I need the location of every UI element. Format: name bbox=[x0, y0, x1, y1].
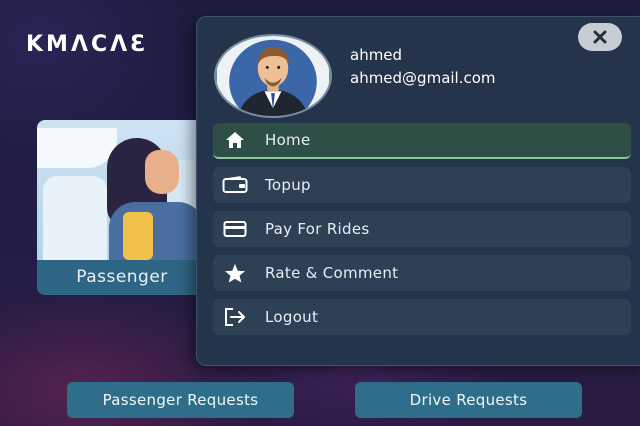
close-icon bbox=[593, 30, 607, 44]
drive-requests-button[interactable]: Drive Requests bbox=[355, 382, 582, 418]
menu-item-topup[interactable]: Topup bbox=[213, 167, 631, 203]
wallet-icon bbox=[221, 176, 249, 194]
menu-item-label: Topup bbox=[265, 176, 311, 194]
avatar bbox=[214, 34, 332, 118]
star-icon bbox=[221, 263, 249, 283]
menu-item-rate-comment[interactable]: Rate & Comment bbox=[213, 255, 631, 291]
passenger-card-label: Passenger bbox=[37, 260, 207, 295]
menu-item-home[interactable]: Home bbox=[213, 123, 631, 159]
menu-item-logout[interactable]: Logout bbox=[213, 299, 631, 335]
user-name: ahmed bbox=[350, 46, 403, 64]
credit-card-icon bbox=[221, 220, 249, 238]
user-email: ahmed@gmail.com bbox=[350, 69, 496, 87]
logout-icon bbox=[221, 307, 249, 327]
menu-item-label: Pay For Rides bbox=[265, 220, 370, 238]
home-icon bbox=[221, 131, 249, 149]
menu-item-label: Home bbox=[265, 131, 311, 149]
passenger-card[interactable]: Passenger bbox=[37, 120, 207, 295]
close-button[interactable] bbox=[578, 23, 622, 51]
passenger-requests-button[interactable]: Passenger Requests bbox=[67, 382, 294, 418]
app-logo: KMɅCɅƐ bbox=[26, 32, 149, 57]
passenger-illustration bbox=[37, 120, 207, 262]
menu-item-pay-for-rides[interactable]: Pay For Rides bbox=[213, 211, 631, 247]
menu-item-label: Rate & Comment bbox=[265, 264, 399, 282]
menu-item-label: Logout bbox=[265, 308, 319, 326]
side-drawer: ahmed ahmed@gmail.com Home Topup Pay For… bbox=[196, 16, 640, 366]
user-avatar-icon bbox=[216, 36, 330, 116]
